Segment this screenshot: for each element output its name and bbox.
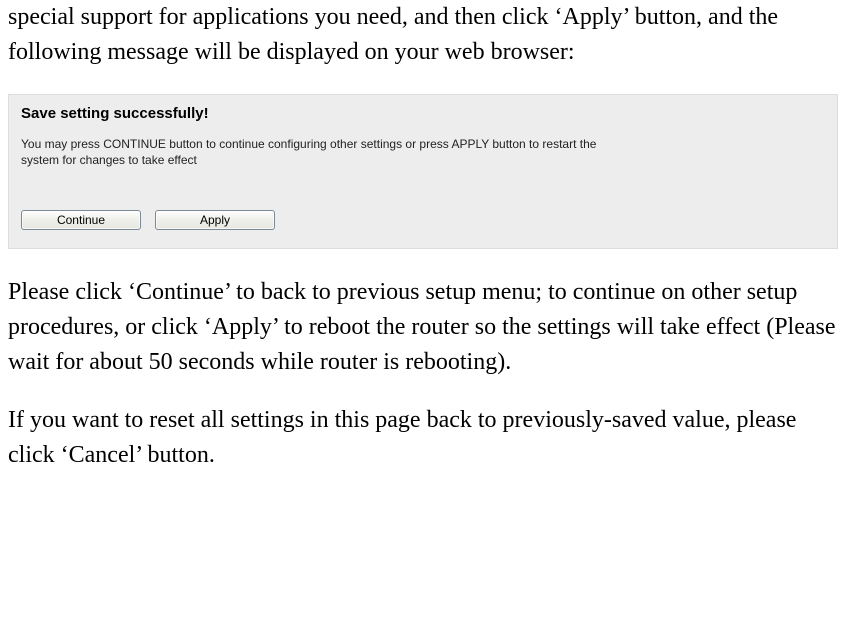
panel-heading: Save setting successfully! (21, 105, 825, 122)
instruction-paragraph-2: If you want to reset all settings in thi… (8, 403, 837, 473)
confirmation-panel: Save setting successfully! You may press… (8, 94, 838, 249)
panel-description: You may press CONTINUE button to continu… (21, 136, 825, 168)
apply-button[interactable]: Apply (155, 210, 275, 230)
intro-paragraph: special support for applications you nee… (8, 0, 837, 70)
continue-button[interactable]: Continue (21, 210, 141, 230)
document-container: special support for applications you nee… (0, 0, 845, 473)
instruction-paragraph-1: Please click ‘Continue’ to back to previ… (8, 275, 837, 379)
button-row: Continue Apply (21, 210, 825, 230)
